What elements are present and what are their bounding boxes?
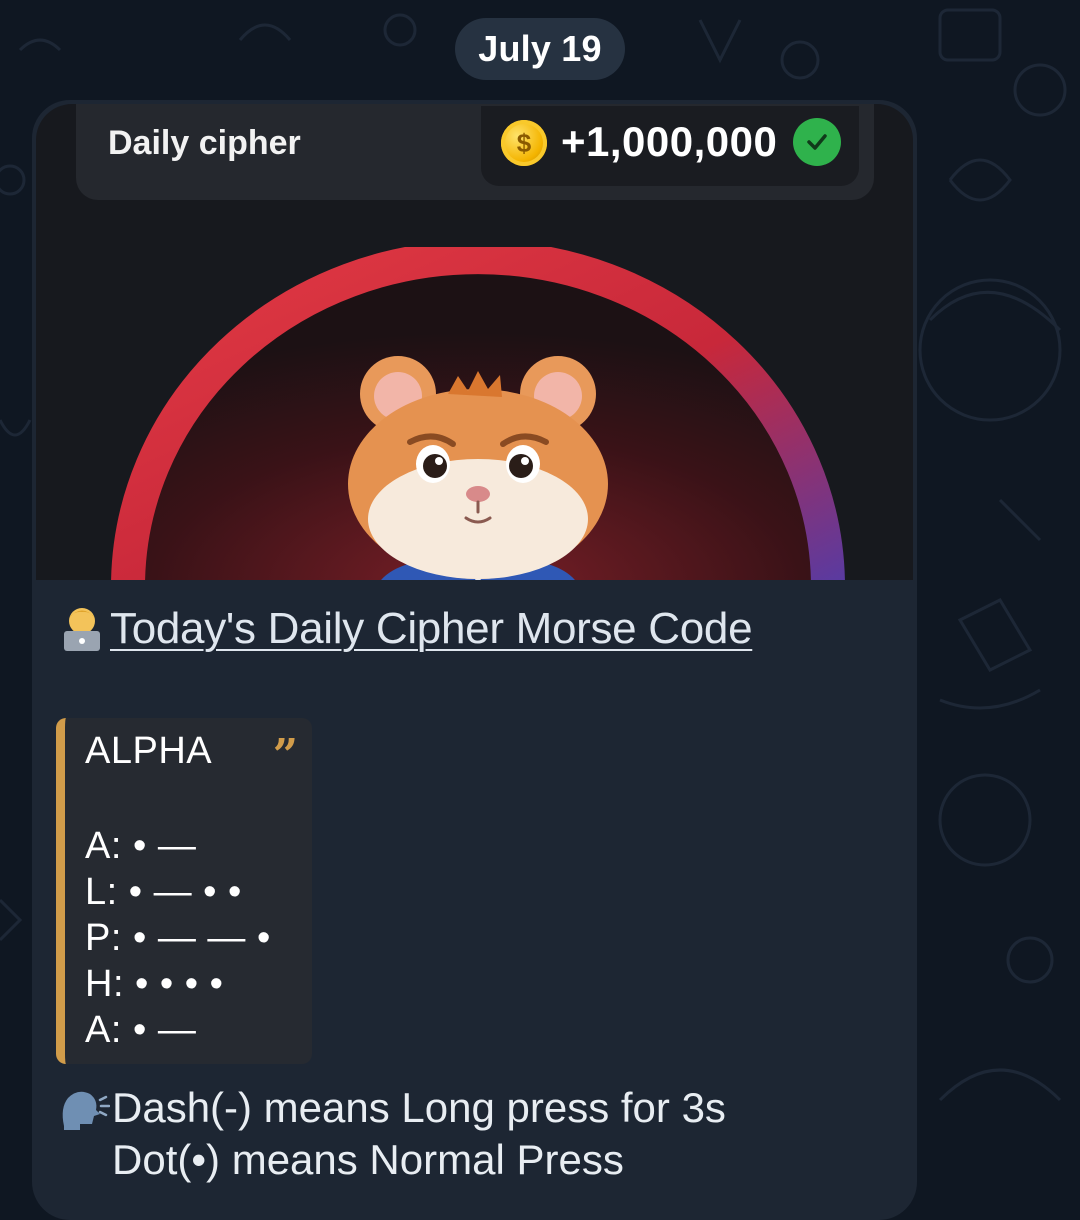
instruction-dash: Dash(-) means Long press for 3s (112, 1084, 726, 1131)
post-link-title[interactable]: Today's Daily Cipher Morse Code (60, 604, 753, 654)
morse-line: L: • — • • (85, 871, 242, 913)
reward-box: $ +1,000,000 (481, 106, 859, 186)
daily-cipher-title: Daily cipher (108, 124, 301, 162)
message-bubble[interactable]: Daily cipher $ +1,000,000 Today's Daily … (32, 100, 917, 1220)
morse-line: H: • • • • (85, 963, 224, 1005)
check-icon (793, 118, 841, 166)
date-separator: July 19 (455, 18, 625, 80)
hamster-character-image (348, 356, 608, 580)
morse-code-quote: ALPHA ” A: • — L: • — • • P: • — — • H: … (56, 718, 312, 1064)
technologist-emoji-icon (64, 608, 100, 651)
daily-cipher-header: Daily cipher $ +1,000,000 (76, 104, 874, 200)
morse-line: A: • — (85, 1009, 197, 1051)
reward-amount: +1,000,000 (561, 118, 778, 165)
game-screenshot-image[interactable]: Daily cipher $ +1,000,000 (36, 104, 913, 580)
morse-line: A: • — (85, 825, 197, 867)
instructions-text: Dash(-) means Long press for 3s Dot(•) m… (58, 1082, 726, 1186)
quote-icon: ” (272, 730, 298, 781)
morse-line: P: • — — • (85, 917, 271, 959)
instruction-dot: Dot(•) means Normal Press (112, 1136, 624, 1183)
post-link-text[interactable]: Today's Daily Cipher Morse Code (110, 604, 753, 654)
coin-icon: $ (501, 120, 547, 166)
speaking-head-icon (62, 1091, 110, 1130)
morse-code-list: A: • — L: • — • • P: • — — • H: • • • • … (85, 823, 312, 1053)
